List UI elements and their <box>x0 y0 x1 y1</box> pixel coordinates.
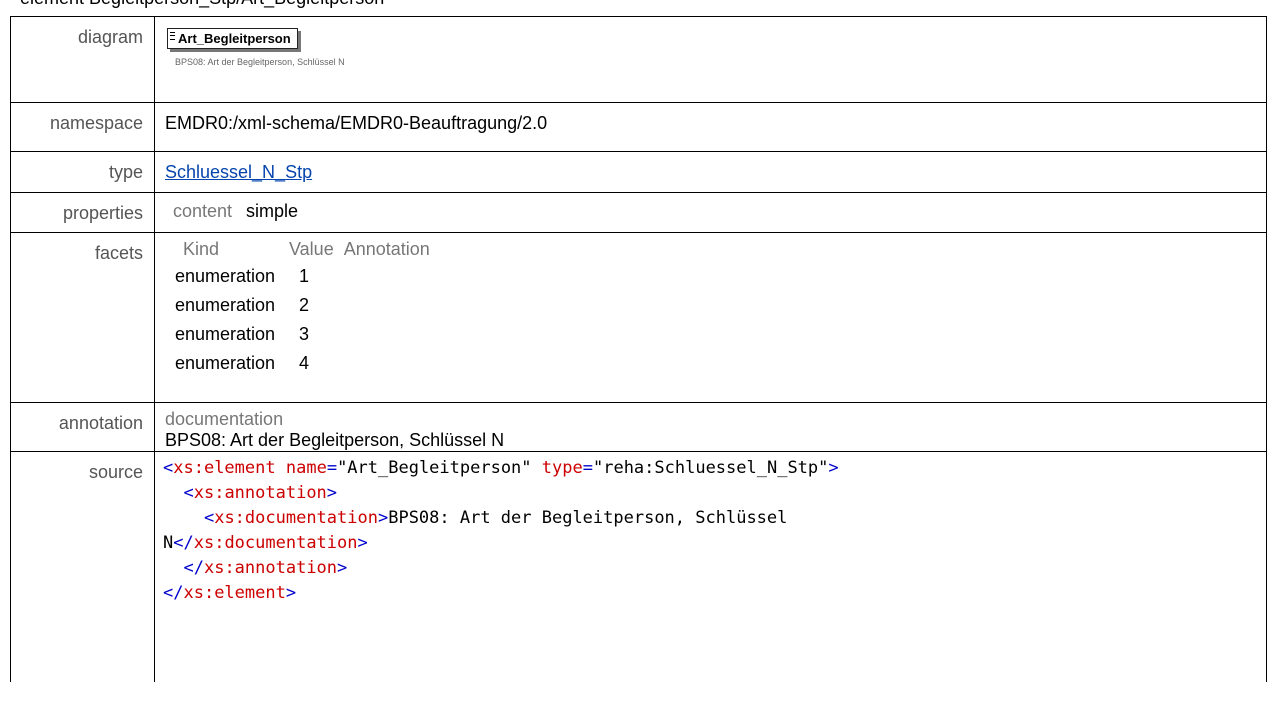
facet-kind: enumeration <box>175 353 276 373</box>
schema-table: diagram Art_Begleitperson BPS08: Art der… <box>10 16 1267 682</box>
row-label-diagram: diagram <box>10 16 155 103</box>
facet-kind: enumeration <box>175 295 276 315</box>
annotation-key: documentation <box>165 409 284 429</box>
src-type-attr: type <box>541 458 583 478</box>
facet-value: 2 <box>299 295 310 315</box>
element-diagram-doc: BPS08: Art der Begleitperson, Schlüssel … <box>175 57 345 67</box>
row-label-properties: properties <box>10 192 155 233</box>
facet-row: enumeration 1 <box>169 266 440 295</box>
row-label-type: type <box>10 151 155 193</box>
element-lines-icon <box>170 32 175 40</box>
row-annotation: annotation documentation BPS08: Art der … <box>10 402 1267 452</box>
facets-table: Kind Value Annotation enumeration 1 enum… <box>169 239 440 382</box>
facets-header-value: Value <box>289 239 334 259</box>
row-facets: facets Kind Value Annotation enumeration… <box>10 232 1267 403</box>
facets-header-kind: Kind <box>183 239 220 259</box>
facet-row: enumeration 4 <box>169 353 440 382</box>
src-annotation-open: xs:annotation <box>193 483 327 503</box>
row-label-source: source <box>10 451 155 682</box>
facet-kind: enumeration <box>175 324 276 344</box>
src-name-value: "Art_Begleitperson" <box>337 458 532 478</box>
facet-row: enumeration 3 <box>169 324 440 353</box>
row-label-facets: facets <box>10 232 155 403</box>
type-link[interactable]: Schluessel_N_Stp <box>165 162 312 182</box>
properties-value: simple <box>246 201 299 221</box>
type-cell: Schluessel_N_Stp <box>154 151 1267 193</box>
src-doc-text-2: N <box>163 533 174 553</box>
row-source: source <xs:element name="Art_Begleitpers… <box>10 451 1267 682</box>
facet-value: 3 <box>299 324 310 344</box>
source-cell: <xs:element name="Art_Begleitperson" typ… <box>154 451 1267 682</box>
src-documentation-close: xs:documentation <box>193 533 358 553</box>
src-annotation-close: xs:annotation <box>203 558 338 578</box>
src-documentation-open: xs:documentation <box>214 508 378 528</box>
facet-annotation <box>344 295 440 324</box>
source-code: <xs:element name="Art_Begleitperson" typ… <box>163 458 839 603</box>
facet-value: 4 <box>299 353 310 373</box>
src-doc-text-1: BPS08: Art der Begleitperson, Schlüssel <box>388 508 788 528</box>
facet-annotation <box>344 353 440 382</box>
facets-header-annotation: Annotation <box>343 239 430 259</box>
properties-line: content simple <box>173 201 1266 222</box>
src-element-close: xs:element <box>183 583 286 603</box>
annotation-cell: documentation BPS08: Art der Begleitpers… <box>154 402 1267 452</box>
src-element-tag: xs:element <box>173 458 276 478</box>
facets-header-row: Kind Value Annotation <box>169 239 440 266</box>
src-name-attr: name <box>285 458 327 478</box>
row-label-annotation: annotation <box>10 402 155 452</box>
facet-annotation <box>344 324 440 353</box>
row-label-namespace: namespace <box>10 102 155 152</box>
annotation-value: BPS08: Art der Begleitperson, Schlüssel … <box>165 430 505 450</box>
facets-cell: Kind Value Annotation enumeration 1 enum… <box>154 232 1267 403</box>
properties-key: content <box>173 201 233 221</box>
row-type: type Schluessel_N_Stp <box>10 151 1267 193</box>
element-diagram-name: Art_Begleitperson <box>178 31 291 46</box>
facet-annotation <box>344 266 440 295</box>
facet-kind: enumeration <box>175 266 276 286</box>
namespace-value: EMDR0:/xml-schema/EMDR0-Beauftragung/2.0 <box>154 102 1267 152</box>
src-type-value: "reha:Schluessel_N_Stp" <box>592 458 829 478</box>
element-diagram-box[interactable]: Art_Begleitperson <box>167 28 298 49</box>
properties-cell: content simple <box>154 192 1267 233</box>
facet-row: enumeration 2 <box>169 295 440 324</box>
row-diagram: diagram Art_Begleitperson BPS08: Art der… <box>10 16 1267 103</box>
row-properties: properties content simple <box>10 192 1267 233</box>
facet-value: 1 <box>299 266 310 286</box>
page-title: element Begleitperson_Stp/Art_Begleitper… <box>20 0 384 8</box>
diagram-cell: Art_Begleitperson BPS08: Art der Begleit… <box>154 16 1267 103</box>
row-namespace: namespace EMDR0:/xml-schema/EMDR0-Beauft… <box>10 102 1267 152</box>
